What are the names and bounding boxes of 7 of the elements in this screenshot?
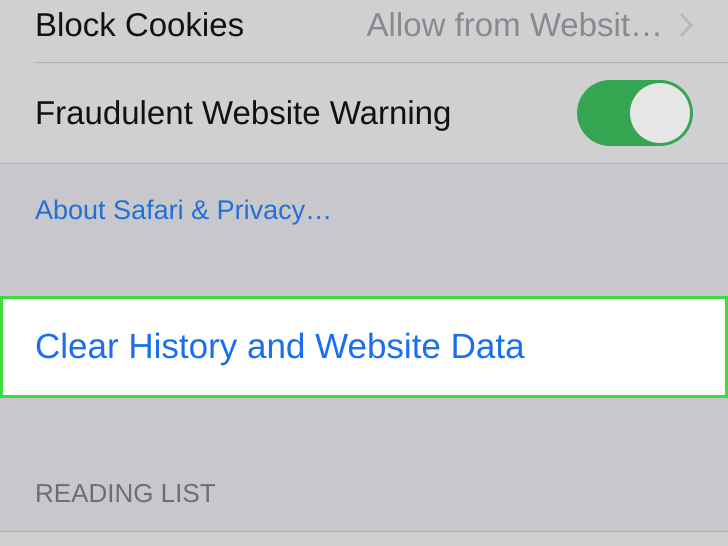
chevron-icon: [679, 12, 693, 38]
row-label: Fraudulent Website Warning: [35, 93, 452, 134]
row-value: Allow from Websit…: [366, 5, 663, 45]
section-header: READING LIST: [35, 478, 216, 508]
about-link[interactable]: About Safari & Privacy…: [35, 195, 332, 225]
row-label: Block Cookies: [35, 5, 244, 45]
clear-history-button[interactable]: Clear History and Website Data: [0, 296, 728, 398]
